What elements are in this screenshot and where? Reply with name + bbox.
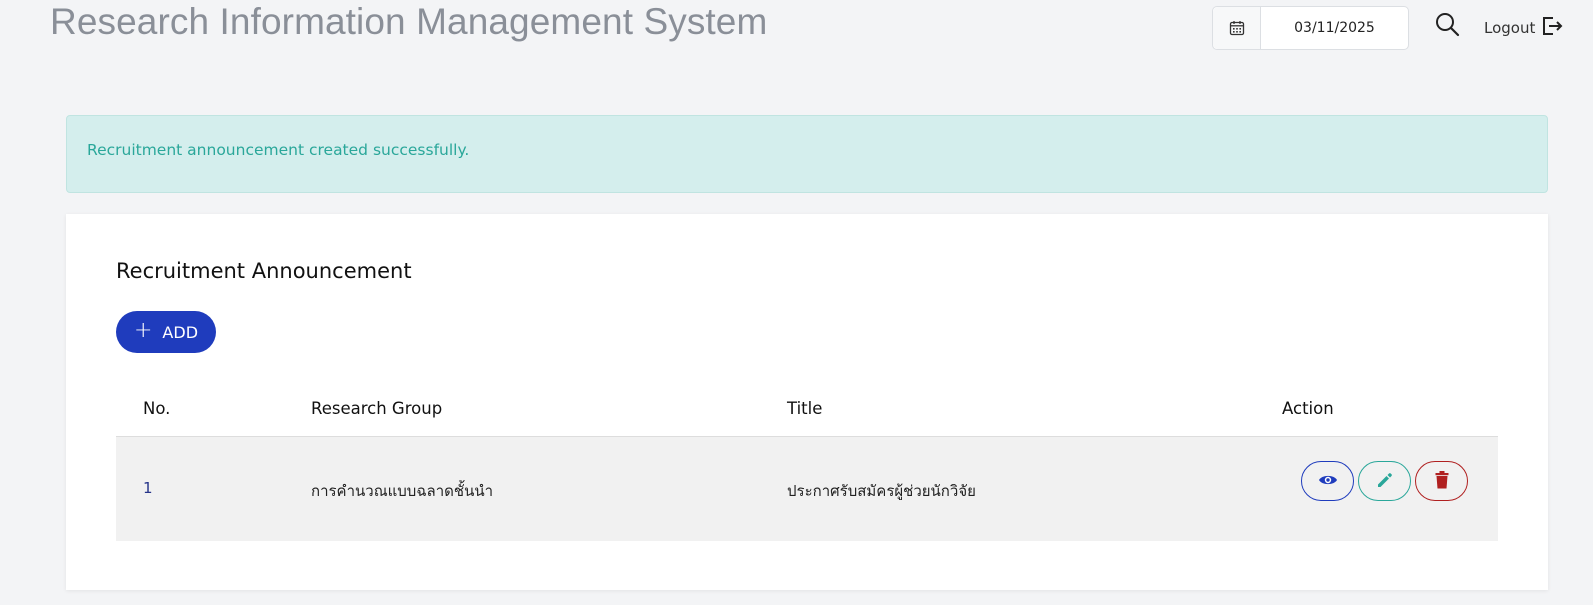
row-title: ประกาศรับสมัครผู้ช่วยนักวิจัย: [787, 482, 976, 500]
search-icon: [1434, 11, 1460, 41]
eye-icon: [1318, 473, 1338, 490]
row-research-group: การคำนวณแบบฉลาดชั้นนำ: [311, 482, 494, 500]
table-header: No. Research Group Title Action: [116, 381, 1498, 437]
announcement-table: No. Research Group Title Action 1 การคำน…: [116, 381, 1498, 541]
row-number: 1: [143, 479, 153, 497]
add-button-label: ADD: [162, 322, 199, 342]
table-row: 1 การคำนวณแบบฉลาดชั้นนำ ประกาศรับสมัครผู…: [116, 437, 1498, 541]
column-header-research-group: Research Group: [311, 399, 443, 418]
column-header-title: Title: [787, 399, 823, 418]
edit-button[interactable]: [1358, 461, 1411, 501]
section-title: Recruitment Announcement: [116, 259, 412, 283]
alert-message: Recruitment announcement created success…: [87, 141, 470, 159]
pencil-icon: [1376, 471, 1394, 492]
search-button[interactable]: [1432, 11, 1462, 41]
announcement-card: Recruitment Announcement + ADD No. Resea…: [66, 214, 1548, 590]
date-picker[interactable]: [1212, 6, 1409, 50]
column-header-action: Action: [1282, 399, 1334, 418]
logout-label: Logout: [1484, 19, 1536, 37]
calendar-icon[interactable]: [1213, 7, 1261, 49]
logout-button[interactable]: Logout: [1484, 14, 1563, 42]
date-input[interactable]: [1261, 7, 1408, 49]
add-button[interactable]: + ADD: [116, 311, 216, 353]
delete-button[interactable]: [1415, 461, 1468, 501]
app-title: Research Information Management System: [50, 1, 768, 42]
view-button[interactable]: [1301, 461, 1354, 501]
column-header-no: No.: [143, 399, 171, 418]
plus-icon: +: [133, 318, 153, 343]
trash-icon: [1435, 470, 1449, 492]
row-actions: [1301, 461, 1468, 501]
logout-icon: [1541, 15, 1563, 41]
success-alert: Recruitment announcement created success…: [66, 115, 1548, 193]
